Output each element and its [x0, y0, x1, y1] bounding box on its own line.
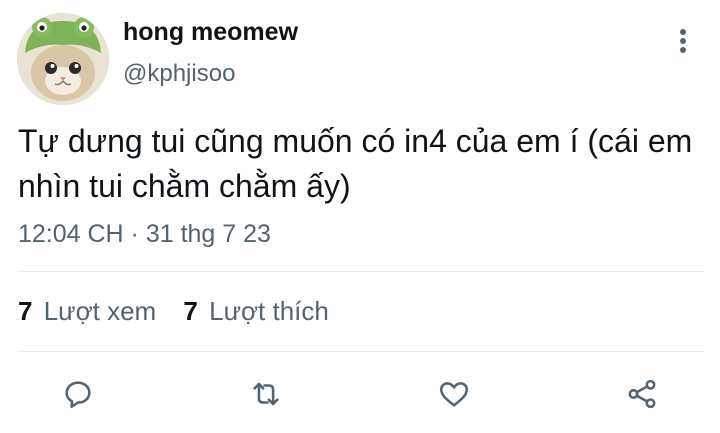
retweet-icon [253, 382, 279, 406]
retweet-button[interactable] [242, 370, 290, 418]
avatar[interactable] [17, 13, 109, 105]
cat-avatar-icon [17, 13, 109, 105]
reply-icon [65, 381, 91, 409]
timestamp[interactable]: 12:04 CH · 31 thg 7 23 [18, 220, 271, 249]
like-icon [439, 382, 469, 407]
share-icon [628, 379, 656, 409]
likes-count: 7 [183, 296, 198, 326]
likes-label: Lượt thích [209, 296, 329, 326]
display-name[interactable]: hong meomew [123, 18, 298, 47]
views-count: 7 [18, 296, 33, 326]
reply-button[interactable] [54, 370, 102, 418]
views-label: Lượt xem [43, 296, 157, 326]
divider-bottom [18, 351, 704, 352]
more-options-button[interactable] [668, 26, 698, 56]
stats-row: 7 Lượt xem 7 Lượt thích [18, 296, 349, 327]
handle[interactable]: @kphjisoo [123, 60, 235, 88]
tweet-text: Tự dưng tui cũng muốn có in4 của em í (c… [18, 123, 693, 204]
likes-stat[interactable]: 7 Lượt thích [183, 296, 328, 327]
more-vertical-icon [680, 29, 686, 53]
divider-top [18, 271, 704, 272]
views-stat[interactable]: 7 Lượt xem [18, 296, 156, 327]
like-button[interactable] [430, 370, 478, 418]
share-button[interactable] [618, 370, 666, 418]
